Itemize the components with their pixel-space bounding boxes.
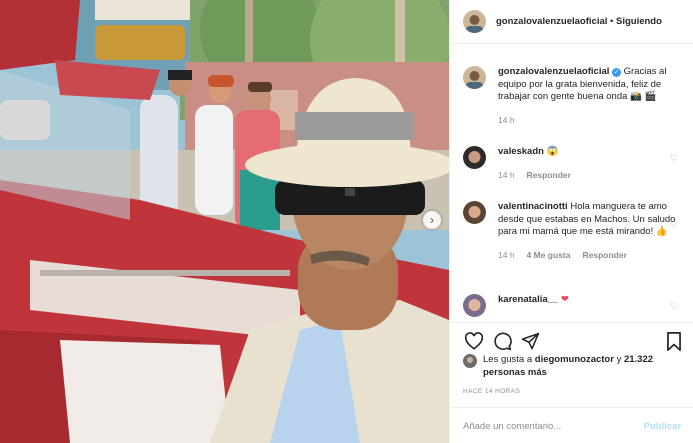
- liker-username[interactable]: diegomunozactor: [535, 354, 614, 365]
- follow-separator: •: [610, 16, 614, 27]
- comment-bubble-icon[interactable]: [491, 330, 513, 352]
- comment-text: ❤: [560, 294, 569, 305]
- post-header: gonzalovalenzuelaoficial • Siguiendo: [450, 0, 693, 44]
- comment-item: karenatalia__ ❤ ♡: [463, 294, 685, 317]
- like-comment-heart-icon[interactable]: ♡: [670, 301, 678, 312]
- comment-meta: 14 h Responder: [498, 169, 685, 182]
- comment-like-count[interactable]: 4 Me gusta: [527, 249, 571, 262]
- like-comment-heart-icon[interactable]: ♡: [670, 153, 678, 164]
- likes-prefix: Les gusta a: [483, 354, 533, 365]
- commenter-avatar[interactable]: [463, 201, 486, 224]
- comment-item: valeskadn 😱 14 h Responder ♡: [463, 146, 685, 181]
- header-text: gonzalovalenzuelaoficial • Siguiendo: [496, 16, 662, 27]
- liker-avatar[interactable]: [463, 354, 477, 368]
- post-timestamp[interactable]: HACE 14 HORAS: [463, 388, 520, 395]
- reply-button[interactable]: Responder: [527, 169, 571, 182]
- verified-badge-icon: ✓: [612, 68, 622, 77]
- share-send-icon[interactable]: [519, 330, 541, 352]
- author-username[interactable]: gonzalovalenzuelaoficial: [496, 16, 607, 27]
- comment-meta: 14 h 4 Me gusta Responder: [498, 249, 685, 262]
- likes-connector: y: [616, 354, 622, 365]
- comment-meta: 14 h: [498, 114, 685, 127]
- likes-text: Les gusta a diegomunozactor y 21.322 per…: [483, 354, 685, 379]
- save-bookmark-icon[interactable]: [663, 330, 685, 352]
- post-side-panel: gonzalovalenzuelaoficial • Siguiendo gon…: [449, 0, 693, 443]
- comment-username[interactable]: gonzalovalenzuelaoficial: [498, 66, 609, 77]
- post-actions: Les gusta a diegomunozactor y 21.322 per…: [450, 322, 693, 443]
- commenter-avatar[interactable]: [463, 146, 486, 169]
- comment-username[interactable]: karenatalia__: [498, 294, 558, 305]
- commenter-avatar[interactable]: [463, 294, 486, 317]
- like-heart-icon[interactable]: [463, 330, 485, 352]
- comment-text: 😱: [546, 146, 559, 157]
- author-avatar[interactable]: [463, 66, 486, 89]
- add-comment-bar: Publicar: [450, 407, 693, 443]
- comment-time[interactable]: 14 h: [498, 249, 515, 262]
- post-photo[interactable]: ›: [0, 0, 449, 443]
- action-icons-row: [463, 330, 685, 354]
- comments-list[interactable]: gonzalovalenzuelaoficial ✓ Gracias al eq…: [450, 56, 693, 322]
- comment-time[interactable]: 14 h: [498, 114, 515, 127]
- next-photo-button[interactable]: ›: [423, 211, 441, 229]
- author-avatar[interactable]: [463, 10, 486, 33]
- reply-button[interactable]: Responder: [582, 249, 626, 262]
- likes-summary: Les gusta a diegomunozactor y 21.322 per…: [463, 354, 685, 379]
- comment-time[interactable]: 14 h: [498, 169, 515, 182]
- photo-illustration: [0, 0, 449, 443]
- like-comment-heart-icon[interactable]: ♡: [670, 219, 678, 230]
- comment-username[interactable]: valeskadn: [498, 146, 544, 157]
- following-button[interactable]: Siguiendo: [616, 16, 662, 27]
- publish-button[interactable]: Publicar: [644, 421, 682, 432]
- comment-item: valentinacinotti Hola manguera te amo de…: [463, 201, 685, 261]
- caption-comment: gonzalovalenzuelaoficial ✓ Gracias al eq…: [463, 66, 685, 126]
- comment-username[interactable]: valentinacinotti: [498, 201, 568, 212]
- chevron-right-icon: ›: [430, 213, 434, 227]
- comment-input[interactable]: [463, 421, 644, 432]
